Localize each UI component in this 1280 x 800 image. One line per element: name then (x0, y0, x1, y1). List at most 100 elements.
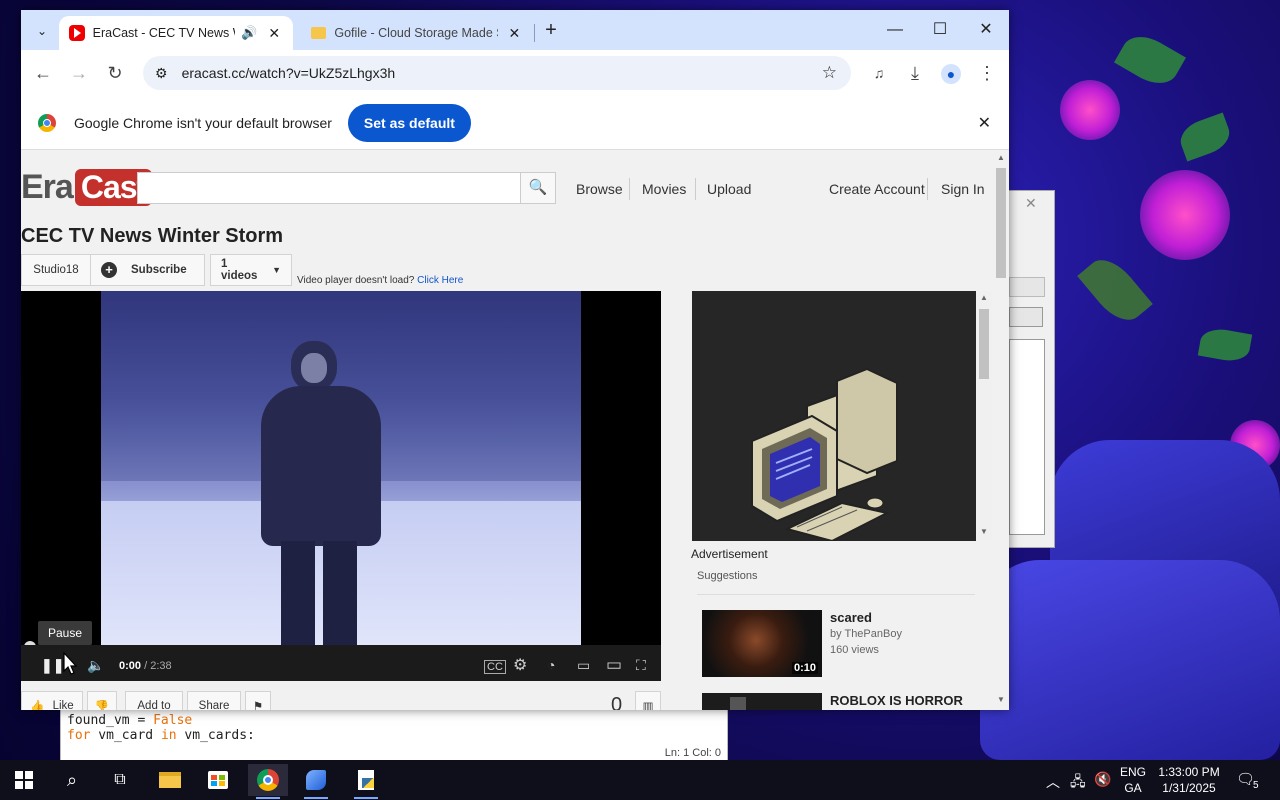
videos-dropdown[interactable]: 1 videos ▼ (210, 254, 292, 286)
create-account-link[interactable]: Create Account (829, 181, 925, 197)
desktop-wallpaper-leaf (1175, 112, 1235, 162)
suggestion-title[interactable]: scared (830, 610, 975, 625)
scroll-thumb[interactable] (996, 168, 1006, 278)
editor-status: Ln: 1 Col: 0 (664, 747, 721, 759)
advertisement-banner[interactable] (692, 291, 976, 543)
page-content: Era Cast 🔍 Browse Movies Upload Create Ac… (21, 150, 993, 710)
speaker-icon[interactable]: 🔊 (241, 25, 257, 41)
player-controls (21, 645, 661, 681)
close-window-icon[interactable]: ✕ (970, 18, 1002, 42)
suggestion-author[interactable]: by ThePanBoy (830, 628, 902, 640)
click-here-link[interactable]: Click Here (417, 275, 463, 286)
download-icon[interactable]: ⤓ (903, 61, 927, 85)
new-tab-icon[interactable]: + (539, 18, 563, 42)
url-text[interactable]: eracast.cc/watch?v=UkZ5zLhgx3h (182, 65, 396, 81)
address-bar[interactable]: ⚙ eracast.cc/watch?v=UkZ5zLhgx3h ☆ (143, 56, 851, 90)
media-controls-icon[interactable]: ♫ (867, 61, 891, 85)
theater-mode-icon[interactable]: ▭ (606, 655, 622, 675)
close-tab-icon[interactable]: ✕ (506, 25, 523, 42)
chrome-icon[interactable] (248, 764, 288, 799)
tab-eracast[interactable]: EraCast - CEC TV News Wir 🔊 ✕ (59, 16, 293, 50)
start-windows-icon[interactable] (4, 764, 44, 796)
bookmark-star-icon[interactable]: ☆ (822, 63, 837, 83)
infobar-message: Google Chrome isn't your default browser (74, 114, 332, 131)
thumbnail-figure (730, 697, 746, 710)
video-frame[interactable] (101, 291, 581, 645)
fullscreen-icon[interactable]: ⛶ (636, 657, 646, 674)
youtube-icon (69, 25, 85, 41)
suggestion-title[interactable]: ROBLOX IS HORROR GAME (830, 693, 975, 710)
ad-scrollbar[interactable]: ▲ ▼ (976, 291, 992, 541)
background-dialog: ✕ (1008, 190, 1055, 548)
nav-upload[interactable]: Upload (707, 181, 751, 197)
site-settings-icon[interactable]: ⚙ (155, 65, 168, 82)
suggestion-thumbnail[interactable]: 0:10 (702, 610, 822, 677)
search-button[interactable]: 🔍 (520, 172, 556, 204)
network-icon[interactable]: 🖧 (1070, 771, 1086, 795)
nav-browse[interactable]: Browse (576, 181, 623, 197)
dialog-field[interactable] (1009, 277, 1045, 297)
stats-button[interactable]: ▥ (635, 691, 661, 710)
small-player-icon[interactable]: ▭ (577, 657, 590, 674)
tab-search-button[interactable]: ⌄ (31, 20, 53, 42)
subscribe-button[interactable]: + Subscribe (90, 254, 205, 286)
scroll-down-icon: ▼ (980, 527, 988, 536)
desktop-wallpaper-light (1060, 80, 1120, 140)
file-explorer-icon[interactable] (150, 764, 190, 796)
time-display: 0:00 / 2:38 (119, 660, 172, 672)
language-indicator[interactable]: ENG GA (1116, 764, 1150, 796)
clock[interactable]: 1:33:00 PM 1/31/2025 (1152, 764, 1226, 796)
close-infobar-icon[interactable]: ✕ (978, 113, 991, 133)
scroll-up-icon: ▲ (980, 293, 988, 302)
dislike-button[interactable]: 👎 (87, 691, 117, 710)
volume-muted-icon[interactable]: 🔇 (1094, 771, 1111, 788)
flag-button[interactable]: ⚑ (245, 691, 271, 710)
pause-icon[interactable]: ❚❚ (41, 657, 64, 674)
minimize-icon[interactable]: — (879, 18, 911, 42)
suggestion-thumbnail[interactable] (702, 693, 822, 710)
suggestion-item[interactable]: ROBLOX IS HORROR GAME (702, 693, 982, 710)
like-button[interactable]: 👍 Like (21, 691, 83, 710)
dialog-list[interactable] (1009, 339, 1045, 535)
browser-toolbar: ← → ↻ ⚙ eracast.cc/watch?v=UkZ5zLhgx3h ☆… (21, 50, 1009, 96)
store-icon[interactable] (198, 764, 238, 796)
maximize-icon[interactable]: ☐ (924, 18, 956, 42)
add-to-button[interactable]: Add to (125, 691, 183, 710)
settings-gear-icon[interactable]: ⚙ (513, 655, 527, 675)
nav-movies[interactable]: Movies (642, 181, 686, 197)
page-scrollbar[interactable]: ▲ ▼ (993, 150, 1009, 710)
share-button[interactable]: Share (187, 691, 241, 710)
menu-icon[interactable]: ⋮ (975, 61, 999, 85)
nav-divider (695, 178, 696, 200)
captions-icon[interactable]: CC (484, 660, 506, 674)
player-load-message: Video player doesn't load? Click Here (297, 275, 464, 286)
eracast-logo[interactable]: Era Cast (21, 168, 153, 207)
scroll-thumb (979, 309, 989, 379)
forward-icon[interactable]: → (67, 61, 91, 85)
channel-button[interactable]: Studio18 (21, 254, 91, 286)
divider (697, 594, 975, 595)
volume-icon[interactable]: 🔈 (87, 657, 104, 674)
notifications-icon[interactable]: 🗨5 (1236, 770, 1261, 791)
sign-in-link[interactable]: Sign In (941, 181, 985, 197)
set-as-default-button[interactable]: Set as default (347, 103, 471, 142)
search-input[interactable] (137, 172, 521, 204)
python-editor-icon[interactable] (346, 764, 386, 799)
search-icon[interactable]: ⌕ (52, 764, 92, 796)
app-icon[interactable] (296, 764, 336, 799)
mouse-cursor-icon (62, 651, 78, 679)
profile-icon[interactable]: ● (939, 61, 963, 85)
dialog-button[interactable] (1009, 307, 1043, 327)
thumbs-down-icon: 👎 (94, 701, 110, 710)
back-icon[interactable]: ← (31, 61, 55, 85)
close-icon[interactable]: ✕ (1025, 195, 1037, 212)
show-hidden-icons[interactable]: ︿ (1046, 772, 1060, 792)
desktop-wallpaper-leaf (1197, 325, 1253, 365)
reload-icon[interactable]: ↻ (103, 61, 127, 85)
suggestion-item[interactable]: 0:10 scared by ThePanBoy 160 views (702, 610, 982, 680)
video-player[interactable]: ❚❚ 🔈 0:00 / 2:38 CC ⚙ ◔ ▭ ▭ ⛶ Pause (21, 291, 661, 681)
task-view-icon[interactable]: ⧉ (100, 764, 140, 796)
tab-gofile[interactable]: Gofile - Cloud Storage Made Si ✕ (301, 16, 533, 50)
close-tab-icon[interactable]: ✕ (265, 25, 283, 42)
watch-later-icon[interactable]: ◔ (547, 657, 555, 673)
